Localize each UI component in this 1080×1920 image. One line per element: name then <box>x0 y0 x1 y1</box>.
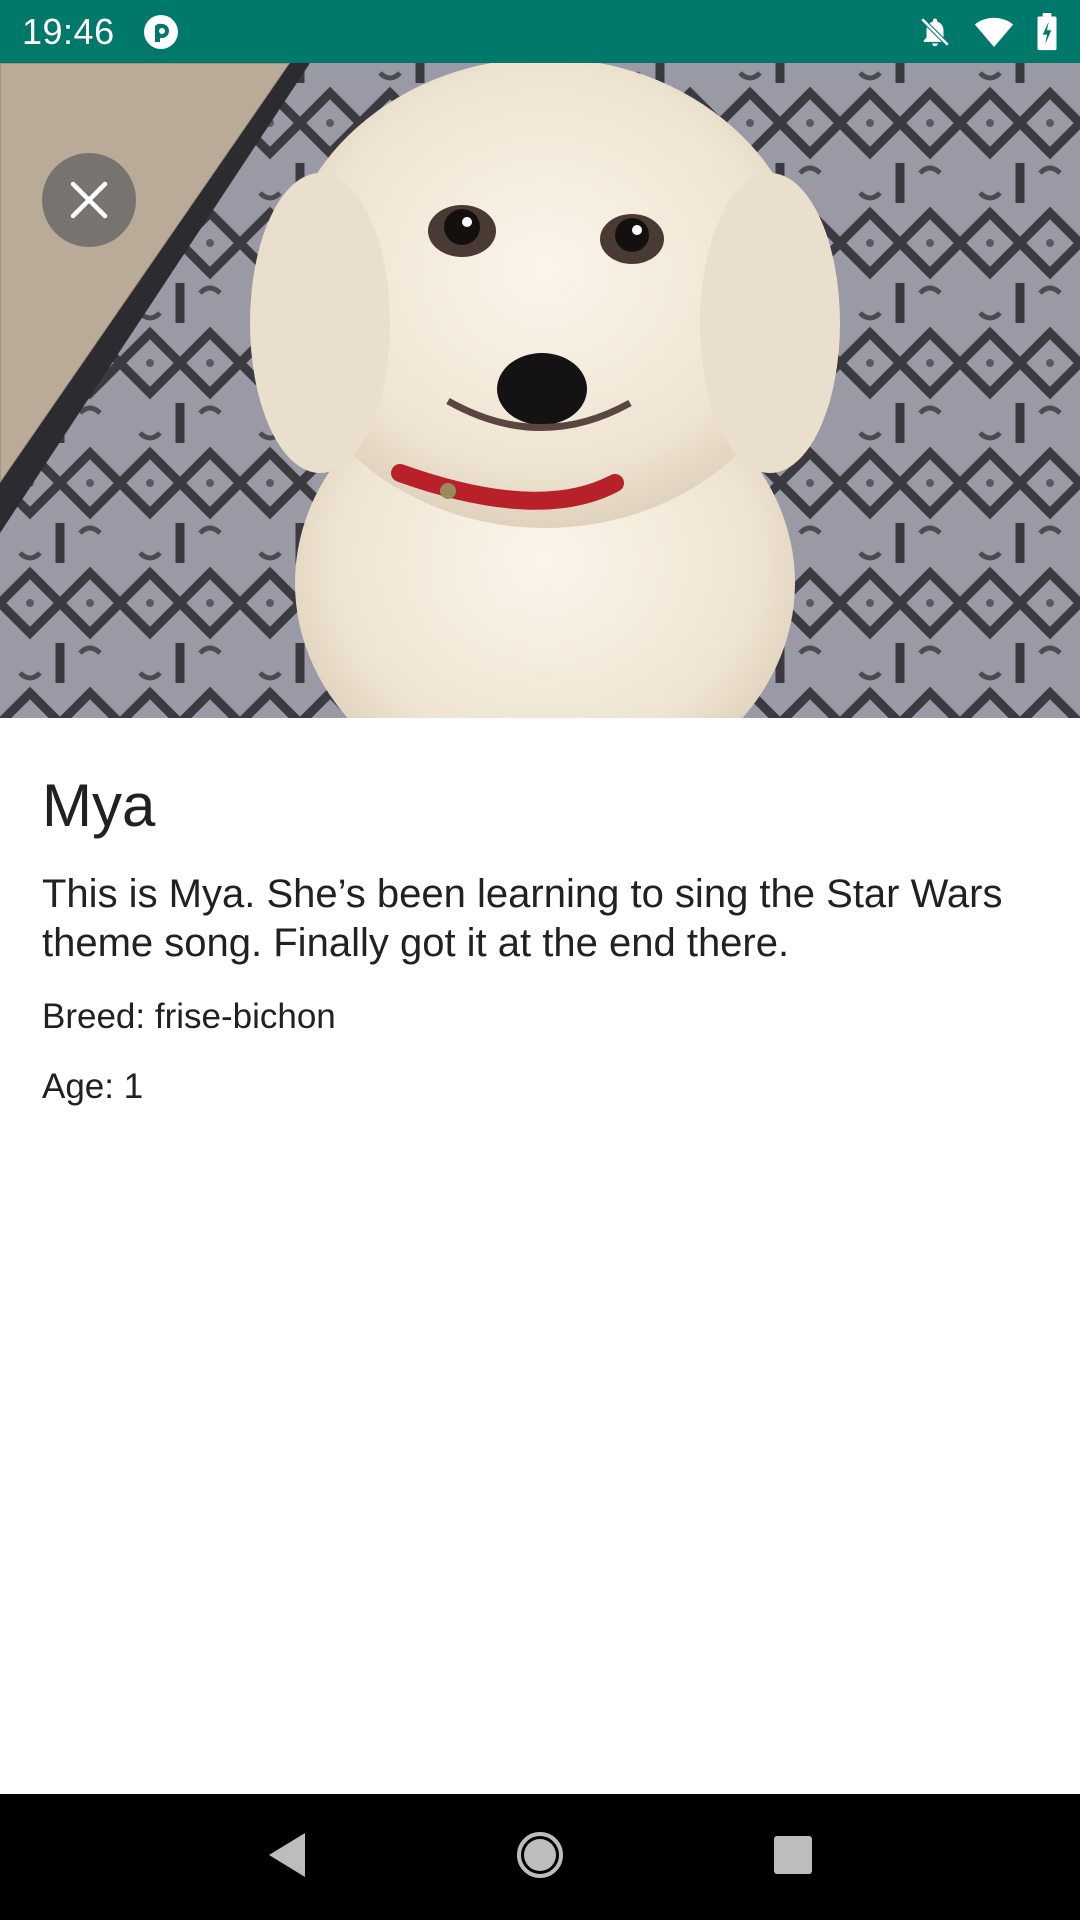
wifi-icon <box>974 15 1014 49</box>
dog-description: This is Mya. She’s been learning to sing… <box>42 872 1003 965</box>
pocket-casts-icon <box>143 14 179 50</box>
battery-charging-icon <box>1036 12 1058 51</box>
dog-details: Mya This is Mya. She’s been learning to … <box>42 718 1038 1108</box>
dog-breed: Breed: frise-bichon <box>42 996 336 1036</box>
status-bar: 19:46 <box>0 0 1080 63</box>
close-icon <box>69 180 109 220</box>
dog-name: Mya <box>42 772 156 839</box>
notifications-off-icon <box>918 15 952 49</box>
dog-photo <box>0 63 1080 718</box>
home-button[interactable] <box>495 1812 585 1902</box>
navigation-bar <box>0 1794 1080 1920</box>
recents-button[interactable] <box>748 1812 838 1902</box>
dog-age: Age: 1 <box>42 1066 144 1106</box>
status-time: 19:46 <box>22 10 115 52</box>
status-icons <box>918 12 1058 51</box>
close-button[interactable] <box>42 153 136 247</box>
back-icon <box>265 1831 309 1884</box>
home-icon <box>515 1830 565 1885</box>
back-button[interactable] <box>242 1812 332 1902</box>
recents-icon <box>772 1834 814 1881</box>
